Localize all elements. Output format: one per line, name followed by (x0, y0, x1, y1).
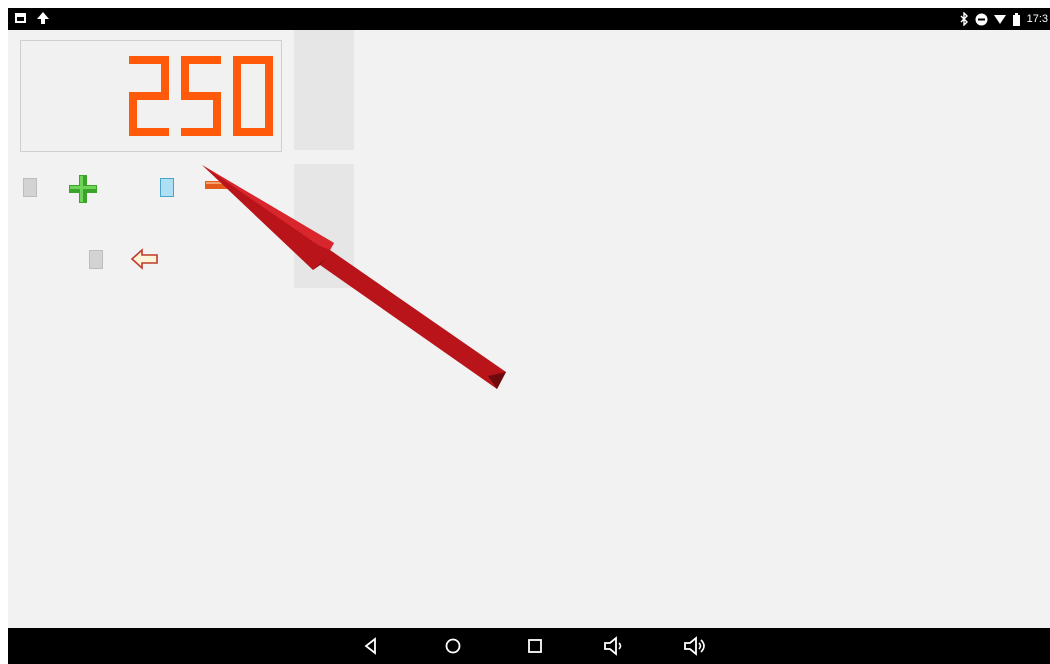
selector-indicator[interactable] (23, 178, 37, 197)
back-nav-icon (364, 637, 376, 655)
digit-segment-f (181, 56, 189, 96)
battery-icon (1012, 12, 1020, 26)
recents-icon (528, 639, 542, 653)
home-button[interactable] (440, 634, 466, 658)
status-bar: 17:3 (8, 8, 1050, 30)
bluetooth-icon (960, 12, 968, 26)
digit-segment-g (129, 92, 169, 100)
status-bar-left (14, 11, 50, 27)
home-icon (445, 638, 461, 654)
digit-segment-d (181, 128, 221, 136)
upload-icon (37, 12, 50, 24)
side-panel-bottom (294, 164, 354, 288)
image-icon (15, 13, 26, 23)
recents-button[interactable] (522, 634, 548, 658)
digit-segment-g (181, 92, 221, 100)
back-nav-button[interactable] (358, 634, 384, 658)
counter-digits (129, 56, 273, 136)
wifi-icon (993, 15, 1006, 24)
counter-display: 250 (20, 40, 282, 152)
do-not-disturb-icon (975, 13, 988, 25)
selected-indicator[interactable] (160, 178, 174, 197)
app-screen: 17:3 250 (8, 8, 1050, 664)
status-bar-right: 17:3 (959, 11, 1048, 27)
back-arrow-icon (130, 248, 158, 270)
side-panel-top (294, 30, 354, 150)
digit-segment-e (129, 96, 137, 136)
plus-icon (69, 175, 97, 203)
decrement-button[interactable] (204, 178, 228, 192)
back-button[interactable] (130, 248, 160, 270)
navigation-bar (8, 628, 1050, 664)
status-time: 17:3 (1026, 13, 1048, 25)
volume-down-icon (604, 636, 622, 656)
digit-segment-f (233, 56, 241, 96)
digit-segment-b (161, 56, 169, 96)
volume-down-button[interactable] (602, 634, 628, 658)
volume-up-button[interactable] (682, 634, 708, 658)
increment-button[interactable] (66, 172, 100, 206)
minus-icon (205, 181, 227, 189)
digit-segment-e (233, 96, 241, 136)
volume-up-icon (684, 636, 705, 656)
digit-segment-b (265, 56, 273, 96)
back-selector-indicator[interactable] (89, 250, 103, 269)
